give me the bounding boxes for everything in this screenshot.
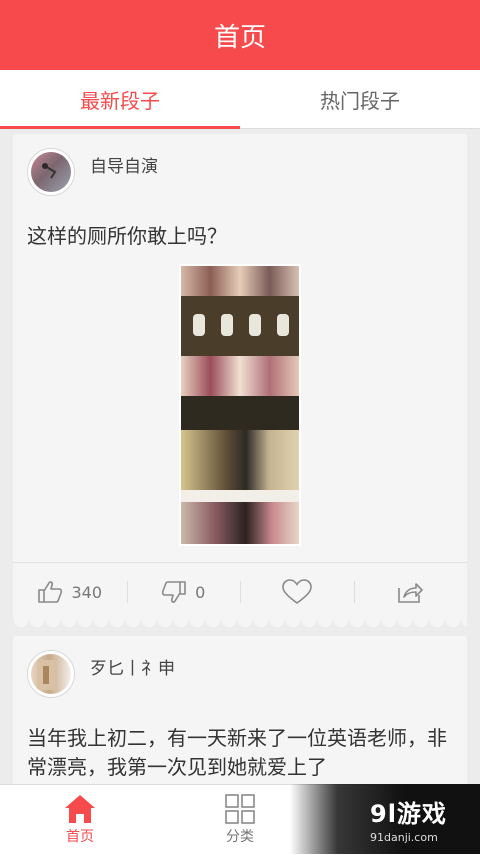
share-button[interactable] bbox=[353, 563, 468, 621]
post-image[interactable] bbox=[179, 264, 301, 546]
grid-icon bbox=[225, 794, 255, 824]
page-title: 首页 bbox=[213, 22, 266, 53]
nav-home-label: 首页 bbox=[66, 829, 94, 845]
card-edge-decoration bbox=[13, 620, 467, 628]
post-text: 当年我上初二，有一天新来了一位英语老师，非常漂亮，我第一次见到她就爱上了 bbox=[27, 726, 447, 779]
tab-hot-label: 热门段子 bbox=[320, 88, 400, 113]
avatar[interactable] bbox=[27, 650, 75, 698]
post-feed[interactable]: 自导自演 这样的厕所你敢上吗？ 340 0 歹匕丨礻申 当年我上初二，有一天新来… bbox=[0, 128, 480, 784]
thumbs-down-icon bbox=[161, 581, 186, 603]
post-actions: 340 0 bbox=[13, 562, 467, 621]
favorite-button[interactable] bbox=[240, 563, 354, 621]
tab-latest-label: 最新段子 bbox=[80, 88, 160, 113]
post-card[interactable]: 自导自演 这样的厕所你敢上吗？ 340 0 bbox=[13, 134, 467, 620]
post-text: 这样的厕所你敢上吗？ bbox=[27, 224, 227, 248]
post-author[interactable]: 歹匕丨礻申 bbox=[27, 650, 175, 698]
dislike-button[interactable]: 0 bbox=[126, 563, 241, 621]
share-icon bbox=[398, 583, 424, 603]
tab-latest[interactable]: 最新段子 bbox=[0, 70, 240, 129]
nav-home[interactable]: 首页 bbox=[0, 785, 160, 855]
heart-icon bbox=[281, 579, 312, 604]
avatar[interactable] bbox=[27, 148, 75, 196]
tab-bar: 最新段子 热门段子 bbox=[0, 70, 480, 129]
watermark-url: 91danji.com bbox=[370, 831, 438, 844]
post-author[interactable]: 自导自演 bbox=[27, 148, 158, 196]
author-name[interactable]: 歹匕丨礻申 bbox=[90, 654, 175, 679]
author-name[interactable]: 自导自演 bbox=[90, 152, 158, 177]
site-watermark: 9l游戏 91danji.com bbox=[290, 784, 480, 854]
nav-category-label: 分类 bbox=[226, 829, 254, 845]
dislike-count: 0 bbox=[195, 582, 206, 602]
like-count: 340 bbox=[71, 582, 103, 602]
post-card[interactable]: 歹匕丨礻申 当年我上初二，有一天新来了一位英语老师，非常漂亮，我第一次见到她就爱… bbox=[13, 636, 467, 784]
thumbs-up-icon bbox=[38, 581, 63, 603]
watermark-logo: 9l游戏 bbox=[370, 800, 447, 828]
tab-hot[interactable]: 热门段子 bbox=[240, 70, 480, 128]
like-button[interactable]: 340 bbox=[13, 563, 127, 621]
app-header: 首页 bbox=[0, 0, 480, 70]
home-icon bbox=[65, 795, 95, 823]
